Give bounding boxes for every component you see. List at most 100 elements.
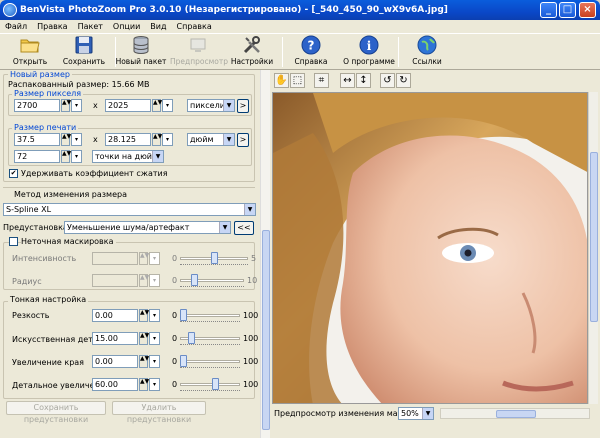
pixel-height-input[interactable]: 2025 [105, 99, 151, 112]
resolution-spinner[interactable]: ▲▼ [61, 150, 71, 163]
settings-button[interactable]: Настройки [224, 35, 280, 66]
tools-icon [242, 35, 262, 55]
pixel-height-menu[interactable]: ▾ [162, 99, 173, 112]
edge-input[interactable]: 0.00 [92, 355, 138, 368]
left-scroll-thumb[interactable] [262, 230, 270, 430]
sharpness-spinner[interactable]: ▲▼ [139, 309, 149, 322]
pixel-apply-button[interactable]: > [237, 99, 249, 113]
menu-help[interactable]: Справка [172, 20, 217, 34]
intensity-thumb[interactable] [211, 252, 218, 264]
print-width-input[interactable]: 37.5 [14, 133, 60, 146]
pixel-unit-select[interactable]: пиксели ▼ [187, 99, 235, 112]
intensity-input[interactable] [92, 252, 138, 265]
menu-edit[interactable]: Правка [32, 20, 72, 34]
pixel-height-spinner[interactable]: ▲▼ [152, 99, 162, 112]
keep-ratio-checkbox[interactable]: ✔ [9, 169, 18, 178]
rotate-left-icon[interactable]: ↺ [380, 73, 395, 88]
artificial-slider[interactable] [180, 332, 240, 345]
detail-slider[interactable] [180, 378, 240, 391]
print-width-menu[interactable]: ▾ [71, 133, 82, 146]
print-height-input[interactable]: 28.125 [105, 133, 151, 146]
artificial-menu[interactable]: ▾ [149, 332, 160, 345]
links-button[interactable]: Ссылки [399, 35, 455, 66]
artificial-input[interactable]: 15.00 [92, 332, 138, 345]
save-button[interactable]: Сохранить [56, 35, 112, 66]
edge-thumb[interactable] [180, 355, 187, 367]
detail-menu[interactable]: ▾ [149, 378, 160, 391]
help-label: Справка [294, 57, 328, 66]
radius-spinner[interactable]: ▲▼ [139, 274, 149, 287]
artificial-thumb[interactable] [188, 332, 195, 344]
maximize-button[interactable]: □ [559, 2, 576, 18]
help-button[interactable]: ? Справка [283, 35, 339, 66]
new-batch-button[interactable]: Новый пакет [113, 35, 169, 66]
detail-spinner[interactable]: ▲▼ [139, 378, 149, 391]
edge-spinner[interactable]: ▲▼ [139, 355, 149, 368]
preset-label: Предустановка: [3, 223, 71, 232]
sharpness-input[interactable]: 0.00 [92, 309, 138, 322]
minimize-button[interactable]: _ [540, 2, 557, 18]
open-button[interactable]: Открыть [2, 35, 58, 66]
svg-text:i: i [367, 39, 372, 53]
detail-input[interactable]: 60.00 [92, 378, 138, 391]
preview-hscroll-thumb[interactable] [496, 410, 536, 418]
open-label: Открыть [12, 57, 48, 66]
pixel-width-menu[interactable]: ▾ [71, 99, 82, 112]
intensity-slider[interactable] [180, 252, 248, 265]
preview-scroll-thumb[interactable] [590, 152, 598, 322]
sharpness-slider[interactable] [180, 309, 240, 322]
about-button[interactable]: i О программе [341, 35, 397, 66]
pixel-width-input[interactable]: 2700 [14, 99, 60, 112]
select-icon[interactable]: ⬚ [290, 73, 305, 88]
delete-preset-button[interactable]: Удалить предустановки [112, 401, 206, 424]
unsharp-checkbox[interactable] [9, 237, 18, 246]
left-scrollbar[interactable] [260, 70, 270, 438]
edge-menu[interactable]: ▾ [149, 355, 160, 368]
radius-slider[interactable] [180, 274, 244, 287]
preset-collapse-button[interactable]: << [234, 221, 254, 235]
intensity-spinner[interactable]: ▲▼ [139, 252, 149, 265]
crop-icon[interactable]: ⌗ [314, 73, 329, 88]
menu-view[interactable]: Вид [145, 20, 171, 34]
chevron-down-icon: ▼ [223, 134, 234, 145]
hand-icon[interactable]: ✋ [274, 73, 289, 88]
menu-batch[interactable]: Пакет [73, 20, 108, 34]
print-height-menu[interactable]: ▾ [162, 133, 173, 146]
radius-min: 0 [172, 276, 178, 285]
preset-select[interactable]: Уменьшение шума/артефакт ▼ [64, 221, 231, 234]
resolution-unit-select[interactable]: точки на дюйм ▼ [92, 150, 164, 163]
fit-width-icon[interactable]: ↔ [340, 73, 355, 88]
detail-thumb[interactable] [212, 378, 219, 390]
radius-thumb[interactable] [191, 274, 198, 286]
edge-slider[interactable] [180, 355, 240, 368]
radius-menu[interactable]: ▾ [149, 274, 160, 287]
method-title: Метод изменения размера [14, 190, 127, 199]
settings-label: Настройки [230, 57, 274, 66]
sharpness-menu[interactable]: ▾ [149, 309, 160, 322]
preview-image[interactable] [272, 92, 588, 404]
menu-options[interactable]: Опции [108, 20, 145, 34]
preview-horizontal-scrollbar[interactable] [440, 408, 590, 419]
print-width-spinner[interactable]: ▲▼ [61, 133, 71, 146]
pixel-width-spinner[interactable]: ▲▼ [61, 99, 71, 112]
resolution-input[interactable]: 72 [14, 150, 60, 163]
method-select[interactable]: S-Spline XL ▼ [3, 203, 256, 216]
menu-file[interactable]: Файл [0, 20, 32, 34]
sharpness-thumb[interactable] [180, 309, 187, 321]
artificial-spinner[interactable]: ▲▼ [139, 332, 149, 345]
preview-vertical-scrollbar[interactable] [588, 92, 598, 404]
new-batch-label: Новый пакет [115, 57, 167, 66]
rotate-right-icon[interactable]: ↻ [396, 73, 411, 88]
radius-input[interactable] [92, 274, 138, 287]
intensity-menu[interactable]: ▾ [149, 252, 160, 265]
zoom-select[interactable]: 50% ▼ [398, 407, 434, 420]
save-preset-button[interactable]: Сохранить предустановки [6, 401, 106, 424]
close-button[interactable]: × [579, 2, 596, 18]
sharpness-min: 0 [172, 311, 178, 320]
fit-height-icon[interactable]: ↕ [356, 73, 371, 88]
resolution-menu[interactable]: ▾ [71, 150, 82, 163]
print-apply-button[interactable]: > [237, 133, 249, 147]
print-height-spinner[interactable]: ▲▼ [152, 133, 162, 146]
print-unit-select[interactable]: дюйм ▼ [187, 133, 235, 146]
preview-button[interactable]: Предпросмотр [170, 35, 228, 66]
